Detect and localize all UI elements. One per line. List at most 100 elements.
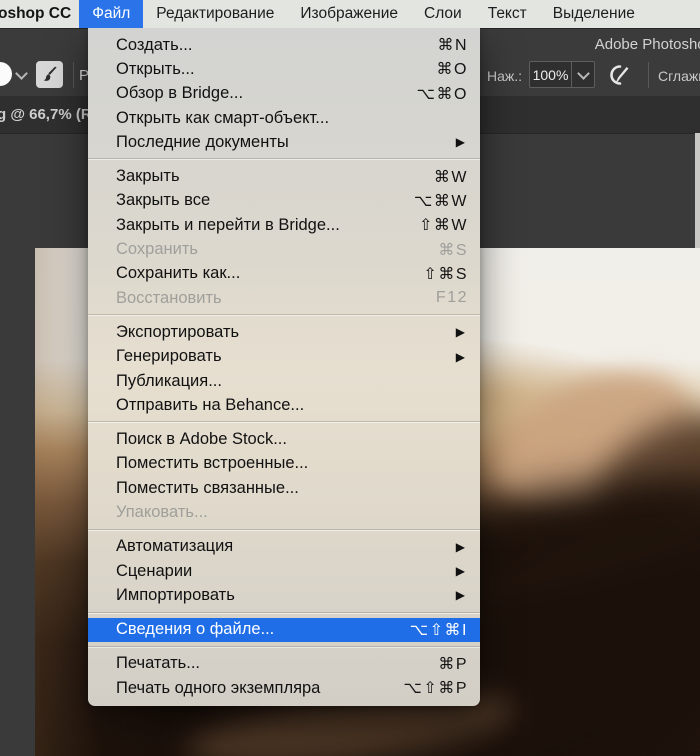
menu-item-recent-files[interactable]: Последние документы ▶ [88, 130, 480, 154]
flow-value: 100% [532, 66, 569, 83]
flow-dropdown[interactable]: 100% [529, 61, 595, 88]
menu-separator [88, 314, 480, 317]
right-panel-edge [695, 133, 700, 249]
menu-item-label: Последние документы [116, 132, 289, 151]
menubar-items: Файл Редактирование Изображение Слои Текст Вы… [79, 0, 648, 28]
menu-item-browse-in-bridge[interactable]: Обзор в Bridge... ⌥⌘O [88, 82, 480, 106]
menu-item-shortcut: ⌘P [438, 655, 468, 673]
menu-item-label: Печатать... [116, 654, 200, 673]
menu-item-new[interactable]: Создать... ⌘N [88, 33, 480, 57]
menu-item-label: Упаковать... [116, 502, 208, 521]
menu-item-save: Сохранить ⌘S [88, 237, 480, 261]
submenu-arrow-icon: ▶ [455, 325, 465, 340]
menu-separator [88, 158, 480, 161]
menu-item-shortcut: ⌥⇧⌘P [403, 680, 468, 698]
menu-item-share-on-behance[interactable]: Отправить на Behance... [88, 393, 480, 417]
menubar: oshop CC Файл Редактирование Изображение Сл… [0, 0, 700, 28]
options-divider-2 [648, 62, 649, 88]
menu-item-label: Поместить связанные... [116, 478, 299, 497]
menu-item-file-info[interactable]: Сведения о файле... ⌥⇧⌘I [88, 617, 480, 642]
menu-item-close[interactable]: Закрыть ⌘W [88, 164, 480, 188]
menu-item-label: Публикация... [116, 371, 222, 390]
menu-separator [88, 611, 480, 614]
menu-item-package: Упаковать... [88, 500, 480, 524]
menu-item-revert: Восстановить F12 [88, 286, 480, 310]
menu-item-shortcut: ⌥⇧⌘I [409, 621, 468, 639]
menu-separator [88, 421, 480, 424]
document-tab[interactable]: g @ 66,7% (R [0, 106, 92, 123]
menubar-item-select[interactable]: Выделение [540, 0, 648, 28]
smoothing-partial-label: Сглажив [658, 68, 700, 84]
menu-item-shortcut: ⌘W [433, 168, 468, 186]
submenu-arrow-icon: ▶ [455, 588, 465, 603]
chevron-down-icon[interactable] [15, 67, 28, 80]
menu-item-label: Закрыть и перейти в Bridge... [116, 215, 340, 234]
menubar-item-layers[interactable]: Слои [411, 0, 475, 28]
airbrush-icon[interactable] [606, 62, 632, 88]
submenu-arrow-icon: ▶ [455, 539, 465, 554]
menu-item-label: Сведения о файле... [116, 620, 275, 639]
file-menu-panel: Создать... ⌘N Открыть... ⌘O Обзор в Bridge..… [88, 28, 480, 707]
window-title: Adobe Photoshop [594, 36, 700, 53]
menu-item-save-as[interactable]: Сохранить как... ⇧⌘S [88, 262, 480, 286]
menu-item-scripts[interactable]: Сценарии ▶ [88, 559, 480, 583]
menubar-item-type[interactable]: Текст [475, 0, 540, 28]
menu-separator [88, 645, 480, 648]
submenu-arrow-icon: ▶ [455, 135, 465, 150]
menu-item-automate[interactable]: Автоматизация ▶ [88, 535, 480, 559]
menu-item-label: Сохранить [116, 240, 198, 259]
menu-item-label: Поместить встроенные... [116, 454, 309, 473]
menu-item-shortcut: ⌘N [437, 37, 468, 55]
menu-item-label: Закрыть [116, 167, 180, 186]
menu-item-label: Сценарии [116, 561, 193, 580]
menu-item-label: Создать... [116, 35, 193, 54]
menu-item-print[interactable]: Печатать... ⌘P [88, 652, 480, 676]
brush-preview-icon[interactable] [0, 62, 12, 86]
flow-chevron-down-icon[interactable] [571, 62, 594, 87]
menu-item-label: Открыть... [116, 59, 195, 78]
menu-item-place-embedded[interactable]: Поместить встроенные... [88, 452, 480, 476]
app-name: oshop CC [0, 5, 72, 22]
menu-item-publish[interactable]: Публикация... [88, 369, 480, 393]
menu-item-label: Сохранить как... [116, 264, 241, 283]
menu-item-shortcut: ⌘S [438, 241, 468, 259]
submenu-arrow-icon: ▶ [455, 564, 465, 579]
photoshop-window: g @ 66,7% (R Adobe Photoshop P Наж.: 100… [0, 0, 700, 756]
menubar-item-image[interactable]: Изображение [287, 0, 411, 28]
menu-item-search-adobe-stock[interactable]: Поиск в Adobe Stock... [88, 427, 480, 451]
menu-item-open[interactable]: Открыть... ⌘O [88, 57, 480, 81]
menu-item-label: Автоматизация [116, 537, 234, 556]
menu-item-label: Отправить на Behance... [116, 395, 305, 414]
menu-item-import[interactable]: Импортировать ▶ [88, 583, 480, 607]
menubar-item-file[interactable]: Файл [79, 0, 144, 28]
menu-item-label: Импортировать [116, 585, 235, 604]
flow-label: Наж.: [487, 68, 523, 84]
menu-item-label: Восстановить [116, 288, 222, 307]
menu-item-shortcut: ⇧⌘W [418, 217, 468, 235]
menu-item-shortcut: ⌥⌘O [416, 85, 468, 103]
menu-item-label: Обзор в Bridge... [116, 84, 244, 103]
brush-tool-button[interactable] [36, 61, 63, 88]
menu-item-close-all[interactable]: Закрыть все ⌥⌘W [88, 189, 480, 213]
menu-separator [88, 528, 480, 531]
menu-item-label: Закрыть все [116, 191, 211, 210]
menu-item-place-linked[interactable]: Поместить связанные... [88, 476, 480, 500]
menu-item-shortcut: ⌘O [436, 61, 468, 79]
menu-item-shortcut: ⌥⌘W [413, 192, 468, 210]
options-divider [73, 62, 74, 88]
menu-item-label: Поиск в Adobe Stock... [116, 430, 287, 449]
menu-item-shortcut: ⇧⌘S [423, 265, 468, 283]
menu-item-generate[interactable]: Генерировать ▶ [88, 345, 480, 369]
menu-item-export[interactable]: Экспортировать ▶ [88, 320, 480, 344]
menu-item-open-as-smart-object[interactable]: Открыть как смарт-объект... [88, 106, 480, 130]
menu-item-close-and-go-to-bridge[interactable]: Закрыть и перейти в Bridge... ⇧⌘W [88, 213, 480, 237]
brush-icon [43, 66, 57, 81]
menu-item-print-one-copy[interactable]: Печать одного экземпляра ⌥⇧⌘P [88, 676, 480, 700]
submenu-arrow-icon: ▶ [455, 349, 465, 364]
menu-item-shortcut: F12 [435, 289, 468, 307]
menu-item-label: Генерировать [116, 347, 222, 366]
menu-item-label: Открыть как смарт-объект... [116, 108, 330, 127]
menu-item-label: Экспортировать [116, 322, 240, 341]
menu-item-label: Печать одного экземпляра [116, 678, 321, 697]
menubar-item-edit[interactable]: Редактирование [143, 0, 287, 28]
